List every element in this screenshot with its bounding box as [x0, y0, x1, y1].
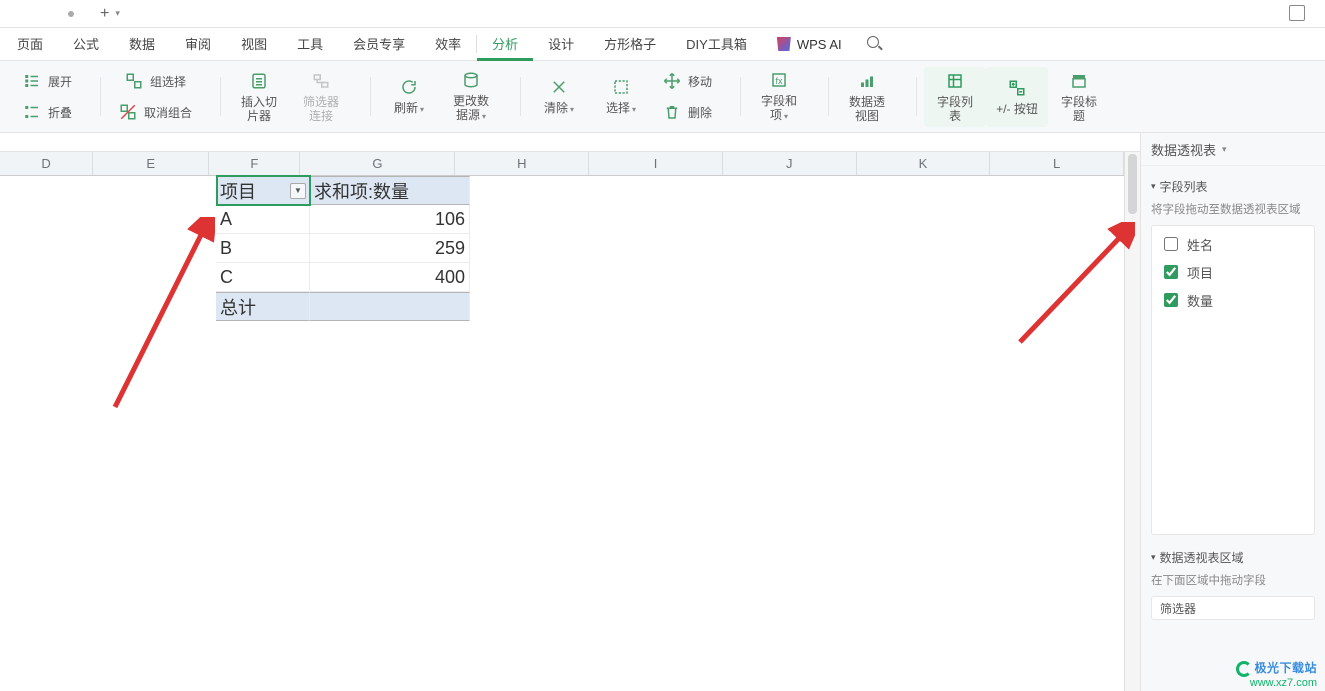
pivot-row-value[interactable]: 259	[310, 234, 470, 263]
refresh-button[interactable]: 刷新▾	[378, 67, 440, 127]
menu-efficiency[interactable]: 效率	[420, 28, 476, 61]
delete-icon	[662, 102, 682, 122]
field-checkbox[interactable]	[1164, 293, 1178, 307]
pivot-row-label[interactable]: C	[216, 263, 310, 292]
field-item-quantity[interactable]: 数量	[1152, 286, 1314, 314]
menu-page[interactable]: 页面	[2, 28, 58, 61]
column-headers: D E F G H I J K L	[0, 152, 1124, 176]
wps-ai-label: WPS AI	[797, 37, 842, 52]
new-tab-button[interactable]: +	[100, 5, 109, 23]
spreadsheet-grid[interactable]: D E F G H I J K L 项目 ▼ 求和项:数量	[0, 152, 1140, 691]
col-header[interactable]: K	[857, 152, 991, 175]
pivot-row-value[interactable]: 106	[310, 205, 470, 234]
collapse-button[interactable]: 折叠	[12, 98, 82, 126]
filter-connection-button[interactable]: 筛选器连接	[290, 67, 352, 127]
move-button[interactable]: 移动	[652, 67, 722, 95]
menu-data[interactable]: 数据	[114, 28, 170, 61]
area-section-header[interactable]: ▾数据透视表区域	[1151, 549, 1315, 566]
field-list: 姓名 项目 数量	[1151, 225, 1315, 535]
watermark-logo-icon	[1236, 661, 1252, 677]
group-select-button[interactable]: 组选择	[108, 67, 202, 95]
col-header[interactable]: F	[209, 152, 300, 175]
chart-icon	[857, 71, 877, 91]
field-header-icon	[1069, 71, 1089, 91]
field-header-button[interactable]: 字段标题	[1048, 67, 1110, 127]
ribbon-toolbar: 展开 折叠 组选择 取消组合 插入切片器 筛选器连接 刷新▾ 更改数据源▾ 清除…	[0, 61, 1325, 133]
select-icon	[611, 77, 631, 97]
clear-icon	[549, 77, 569, 97]
filter-area[interactable]: 筛选器	[1151, 596, 1315, 620]
select-button[interactable]: 选择▾	[590, 67, 652, 127]
wps-ai-button[interactable]: WPS AI	[762, 37, 857, 52]
move-icon	[662, 71, 682, 91]
search-icon[interactable]	[867, 36, 883, 52]
col-header[interactable]: H	[455, 152, 589, 175]
col-header[interactable]: E	[93, 152, 209, 175]
insert-slicer-button[interactable]: 插入切片器	[228, 67, 290, 127]
col-header[interactable]: I	[589, 152, 723, 175]
pivot-total-label[interactable]: 总计	[216, 292, 310, 321]
field-list-icon	[945, 71, 965, 91]
sigma-icon: fx	[769, 70, 789, 90]
filter-conn-icon	[311, 71, 331, 91]
menu-tools[interactable]: 工具	[282, 28, 338, 61]
formula-bar[interactable]	[0, 133, 1140, 152]
vertical-scrollbar[interactable]	[1124, 152, 1140, 691]
menu-design[interactable]: 设计	[533, 28, 589, 61]
field-checkbox[interactable]	[1164, 265, 1178, 279]
pivot-header-item[interactable]: 项目 ▼	[216, 176, 310, 205]
main-menu-bar: 页面 公式 数据 审阅 视图 工具 会员专享 效率 分析 设计 方形格子 DIY…	[0, 28, 1325, 61]
pivot-row-label[interactable]: B	[216, 234, 310, 263]
field-list-button[interactable]: 字段列表	[924, 67, 986, 127]
tab-modified-dot-icon	[68, 11, 74, 17]
pivot-panel: 数据透视表▾ ▾字段列表 将字段拖动至数据透视表区域 姓名 项目 数量 ▾数据透…	[1140, 133, 1325, 691]
wps-ai-logo-icon	[777, 37, 791, 51]
menu-formula[interactable]: 公式	[58, 28, 114, 61]
change-source-button[interactable]: 更改数据源▾	[440, 67, 502, 127]
group-icon	[124, 71, 144, 91]
field-sum-button[interactable]: fx字段和项▾	[748, 67, 810, 127]
pivot-chart-button[interactable]: 数据透视图	[836, 67, 898, 127]
slicer-icon	[249, 71, 269, 91]
window-maximize-button[interactable]	[1289, 5, 1305, 21]
svg-text:fx: fx	[776, 75, 784, 85]
plus-minus-button[interactable]: +/- 按钮	[986, 67, 1048, 127]
delete-button[interactable]: 删除	[652, 98, 722, 126]
col-header[interactable]: G	[300, 152, 455, 175]
menu-analyze[interactable]: 分析	[477, 28, 533, 61]
data-source-icon	[461, 70, 481, 90]
filter-dropdown-icon[interactable]: ▼	[290, 183, 306, 199]
menu-diy-toolbox[interactable]: DIY工具箱	[671, 28, 762, 61]
panel-title[interactable]: 数据透视表▾	[1141, 133, 1325, 166]
watermark: 极光下载站 www.xz7.com	[1236, 659, 1317, 689]
tab-menu-dropdown-icon[interactable]: ▾	[115, 8, 120, 19]
clear-button[interactable]: 清除▾	[528, 67, 590, 127]
field-item-project[interactable]: 项目	[1152, 258, 1314, 286]
menu-member[interactable]: 会员专享	[338, 28, 420, 61]
ungroup-icon	[118, 102, 138, 122]
pivot-row-label[interactable]: A	[216, 205, 310, 234]
ungroup-button[interactable]: 取消组合	[108, 98, 202, 126]
plus-minus-icon	[1007, 78, 1027, 98]
pivot-total-value[interactable]	[310, 292, 470, 321]
col-header[interactable]: L	[990, 152, 1124, 175]
pivot-header-sum[interactable]: 求和项:数量	[310, 176, 470, 205]
expand-button[interactable]: 展开	[12, 67, 82, 95]
drag-hint-label: 将字段拖动至数据透视表区域	[1151, 201, 1315, 217]
col-header[interactable]: J	[723, 152, 857, 175]
field-checkbox[interactable]	[1164, 237, 1178, 251]
menu-square-grid[interactable]: 方形格子	[589, 28, 671, 61]
expand-icon	[22, 71, 42, 91]
collapse-icon	[22, 102, 42, 122]
col-header[interactable]: D	[0, 152, 93, 175]
refresh-icon	[399, 77, 419, 97]
menu-view[interactable]: 视图	[226, 28, 282, 61]
pivot-row-value[interactable]: 400	[310, 263, 470, 292]
field-list-section-header[interactable]: ▾字段列表	[1151, 178, 1315, 195]
title-tab-bar: + ▾	[0, 0, 1325, 28]
field-item-name[interactable]: 姓名	[1152, 230, 1314, 258]
menu-review[interactable]: 审阅	[170, 28, 226, 61]
area-hint-label: 在下面区域中拖动字段	[1151, 572, 1315, 588]
